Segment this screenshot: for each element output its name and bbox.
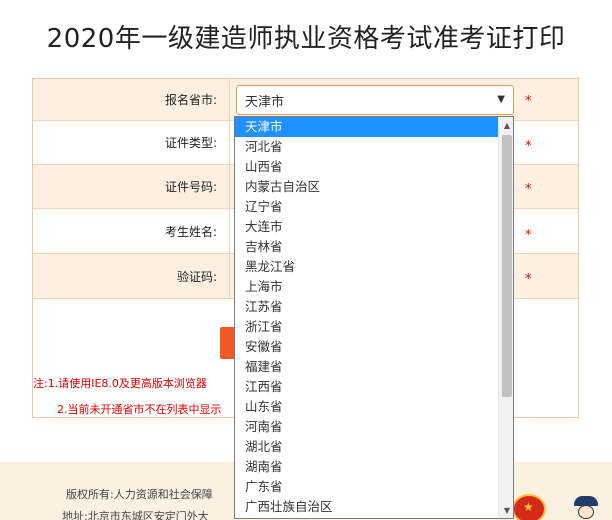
required-marker: * (525, 272, 532, 287)
required-marker: * (525, 94, 532, 109)
province-option[interactable]: 安徽省 (235, 337, 498, 357)
required-marker: * (525, 182, 532, 197)
scroll-down-icon[interactable]: ▼ (499, 502, 513, 518)
police-badge-icon (572, 496, 600, 520)
province-option[interactable]: 广东省 (235, 477, 498, 497)
province-option[interactable]: 山西省 (235, 157, 498, 177)
province-option[interactable]: 浙江省 (235, 317, 498, 337)
province-option[interactable]: 大连市 (235, 217, 498, 237)
province-option[interactable]: 上海市 (235, 277, 498, 297)
province-option[interactable]: 河北省 (235, 137, 498, 157)
province-option[interactable]: 吉林省 (235, 237, 498, 257)
province-label: 报名省市: (164, 93, 217, 107)
province-option[interactable]: 福建省 (235, 357, 498, 377)
required-marker: * (525, 139, 532, 154)
captcha-label: 验证码: (176, 269, 217, 284)
chevron-down-icon: ▼ (497, 94, 505, 105)
id-type-label: 证件类型: (164, 136, 217, 150)
province-option[interactable]: 黑龙江省 (235, 257, 498, 277)
province-option[interactable]: 辽宁省 (235, 197, 498, 217)
province-option[interactable]: 广西壮族自治区 (235, 497, 498, 517)
province-option-list: 天津市 河北省 山西省 内蒙古自治区 辽宁省 大连市 吉林省 黑龙江省 上海市 江苏省 浙江省 安徽省… (235, 117, 498, 517)
province-option[interactable]: 湖南省 (235, 457, 498, 477)
scroll-up-icon[interactable]: ▲ (499, 117, 513, 133)
province-select[interactable]: 天津市 ▼ (236, 85, 514, 115)
national-emblem-icon (512, 494, 546, 520)
name-label: 考生姓名: (164, 224, 217, 239)
page-title: 2020年一级建造师执业资格考试准考证打印 (46, 24, 566, 54)
province-option[interactable]: 山东省 (235, 397, 498, 417)
province-option[interactable]: 湖北省 (235, 437, 498, 457)
required-marker: * (525, 228, 532, 243)
footer-copyright: 版权所有:人力资源和社会保障 (66, 488, 213, 501)
province-option[interactable]: 内蒙古自治区 (235, 177, 498, 197)
province-option[interactable]: 河南省 (235, 417, 498, 437)
province-option[interactable]: 江苏省 (235, 297, 498, 317)
scrollbar-thumb[interactable] (502, 135, 512, 397)
dropdown-scrollbar[interactable]: ▲ ▼ (498, 117, 513, 518)
province-option[interactable]: 天津市 (235, 117, 498, 137)
province-option[interactable]: 江西省 (235, 377, 498, 397)
province-dropdown[interactable]: 天津市 河北省 山西省 内蒙古自治区 辽宁省 大连市 吉林省 黑龙江省 上海市 江苏省 浙江省 安徽省… (234, 116, 514, 519)
note-line-2: 2.当前未开通省市不在列表中显示 (57, 403, 222, 416)
footer-address: 地址:北京市东城区安定门外大 (62, 510, 209, 520)
id-number-label: 证件号码: (164, 180, 217, 194)
province-select-value: 天津市 (245, 94, 285, 110)
note-line-1: 注:1.请使用IE8.0及更高版本浏览器 (33, 377, 207, 390)
